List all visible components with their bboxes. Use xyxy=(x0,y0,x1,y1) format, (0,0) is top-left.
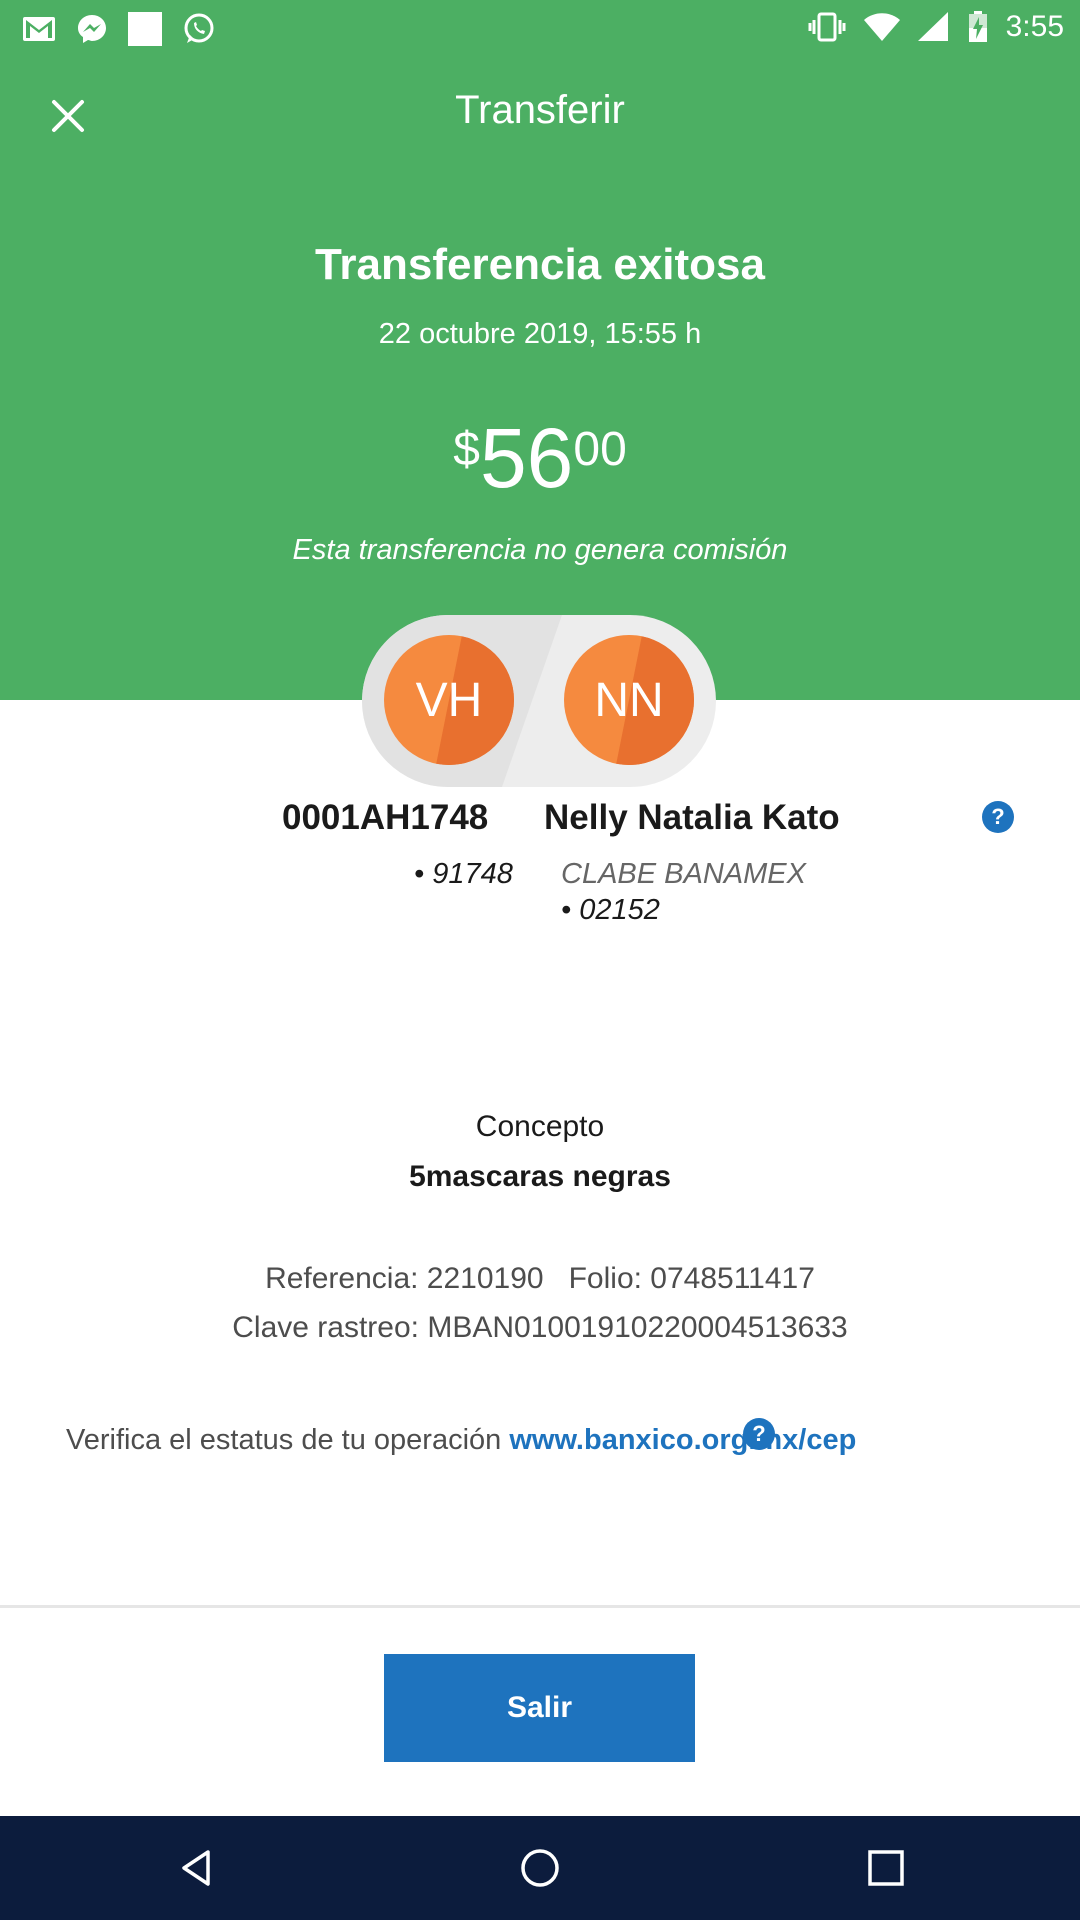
help-icon[interactable]: ? xyxy=(982,801,1014,833)
reference-folio: Referencia: 2210190 Folio: 0748511417 xyxy=(265,1262,815,1295)
tracking-key: Clave rastreo: MBAN01001910220004513633 xyxy=(232,1311,848,1344)
amount-integer: 56 xyxy=(479,411,574,505)
battery-charging-icon xyxy=(968,11,987,42)
page-title: Transferir xyxy=(455,88,625,132)
avatar-to: NN xyxy=(564,635,694,765)
status-time: 3:55 xyxy=(1005,10,1064,43)
from-account-name: 0001AH1748 xyxy=(282,798,489,837)
exit-button[interactable]: Salir xyxy=(384,1654,695,1762)
accounts-avatar-pill: VH NN xyxy=(362,615,716,787)
help-icon-floating[interactable]: ? xyxy=(743,1418,775,1450)
amount-decimal: 00 xyxy=(573,423,627,476)
whatsapp-icon xyxy=(184,13,214,43)
verify-label: Verifica el estatus de tu operación xyxy=(66,1424,510,1456)
wifi-icon xyxy=(863,13,900,41)
gmail-icon xyxy=(23,17,55,41)
verify-status-text: Verifica el estatus de tu operación www.… xyxy=(66,1424,856,1457)
signal-icon xyxy=(917,12,948,41)
amount-currency: $ xyxy=(453,423,480,476)
avatar-from: VH xyxy=(384,635,514,765)
recents-icon[interactable] xyxy=(866,1848,906,1888)
concept-value: 5mascaras negras xyxy=(409,1160,671,1193)
back-icon[interactable] xyxy=(176,1848,216,1888)
footer-divider xyxy=(0,1605,1080,1608)
from-account-detail: • 91748 xyxy=(414,858,513,890)
transfer-amount: $5600 xyxy=(0,410,1080,507)
banxico-link[interactable]: www.banxico.org.mx/cep xyxy=(509,1424,856,1456)
avatar-to-initials: NN xyxy=(594,673,664,727)
commission-note: Esta transferencia no genera comisión xyxy=(292,534,788,566)
avatar-from-initials: VH xyxy=(415,673,483,727)
system-nav-bar xyxy=(0,1816,1080,1920)
to-account-name: Nelly Natalia Kato xyxy=(544,798,840,837)
to-account-detail: • 02152 xyxy=(561,894,660,926)
success-title: Transferencia exitosa xyxy=(314,240,765,289)
to-account-bank: CLABE BANAMEX xyxy=(561,858,806,890)
home-icon[interactable] xyxy=(520,1848,560,1888)
concept-label: Concepto xyxy=(475,1110,605,1143)
vibrate-icon xyxy=(808,12,846,42)
status-bar: 3:55 xyxy=(0,0,1080,54)
transfer-datetime: 22 octubre 2019, 15:55 h xyxy=(378,318,702,350)
square-notification-icon xyxy=(128,12,162,46)
messenger-icon xyxy=(78,15,106,43)
